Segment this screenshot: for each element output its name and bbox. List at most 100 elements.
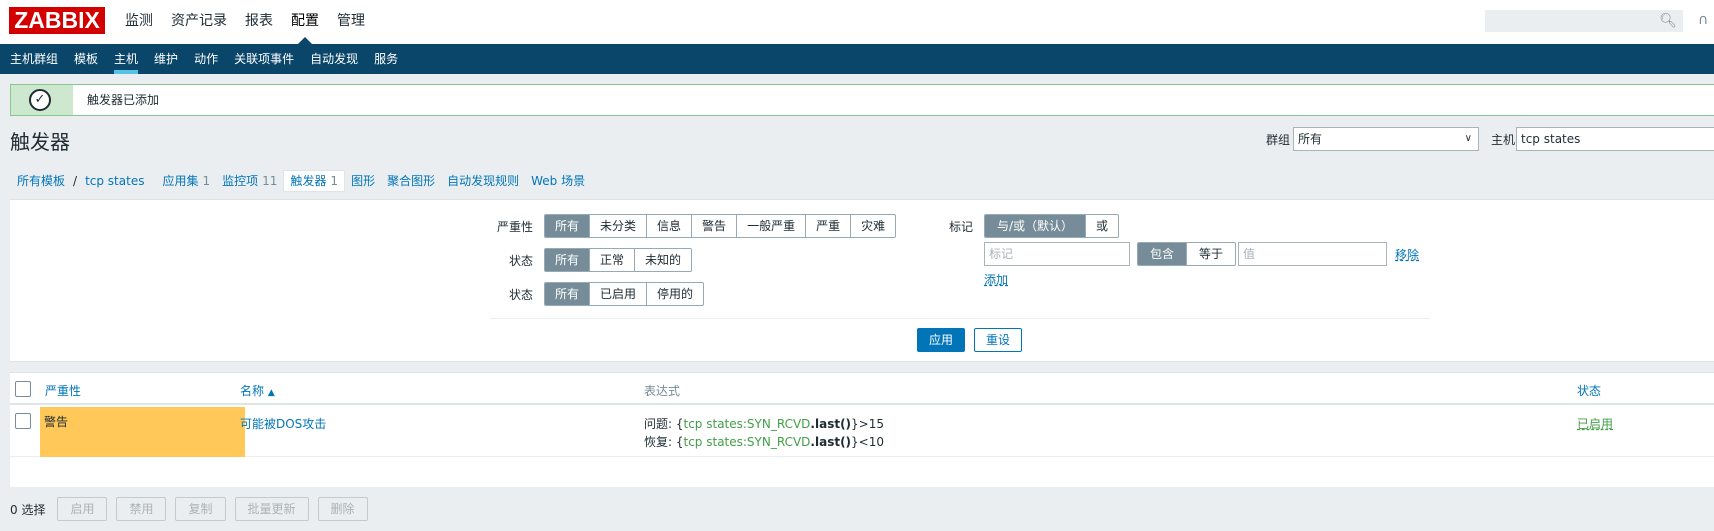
main-menu-administration[interactable]: 管理: [328, 0, 374, 44]
tags-label: 标记: [949, 220, 974, 234]
severity-label: 严重性: [497, 220, 534, 234]
trigger-name-link[interactable]: 可能被DOS攻击: [240, 415, 326, 432]
recovery-expression: 恢复: {tcp states:SYN_RCVD.last()}<10: [644, 435, 885, 449]
page-title: 触发器: [10, 130, 70, 154]
top-header: ZABBIX 监测 资产记录 报表 配置 管理 🔍︎ ∩: [0, 0, 1714, 44]
host-select[interactable]: tcp states: [1516, 127, 1714, 151]
zabbix-logo[interactable]: ZABBIX: [9, 7, 105, 34]
breadcrumb: 所有模板 / tcp states 应用集 1 监控项 11 触发器 1 图形 聚合图…: [11, 170, 591, 192]
severity-option-high[interactable]: 严重: [805, 215, 850, 237]
delete-button[interactable]: 删除: [317, 497, 368, 521]
column-status[interactable]: 状态: [1577, 382, 1601, 399]
breadcrumb-all-templates[interactable]: 所有模板: [11, 171, 71, 191]
reset-button[interactable]: 重设: [974, 328, 1022, 352]
status-option-disabled[interactable]: 停用的: [646, 283, 703, 305]
status-segment: 所有 已启用 停用的: [544, 282, 705, 306]
trigger-expression: 问题: {tcp states:SYN_RCVD.last()}>15 恢复: …: [644, 415, 884, 451]
check-icon: ✓: [29, 89, 51, 111]
recovery-item-link[interactable]: tcp states:SYN_RCVD: [684, 435, 811, 449]
enable-button[interactable]: 启用: [57, 497, 108, 521]
column-severity[interactable]: 严重性: [45, 382, 81, 399]
sub-menu-host-groups[interactable]: 主机群组: [2, 44, 66, 74]
tag-name-input[interactable]: 标记: [984, 242, 1130, 266]
state-option-normal[interactable]: 正常: [589, 249, 634, 271]
add-tag-link[interactable]: 添加: [984, 271, 1008, 288]
breadcrumb-host[interactable]: tcp states: [79, 171, 150, 191]
select-all-checkbox[interactable]: [15, 381, 31, 397]
apply-button[interactable]: 应用: [917, 328, 965, 352]
tab-items[interactable]: 监控项 11: [216, 171, 283, 191]
filter-divider: [490, 318, 1430, 319]
table-header: 严重性 名称 ▲ 表达式 状态: [10, 373, 1714, 405]
disable-button[interactable]: 禁用: [116, 497, 167, 521]
tags-operator-and-or[interactable]: 与/或（默认）: [985, 215, 1086, 237]
main-menu-configuration[interactable]: 配置: [282, 0, 328, 44]
main-menu-reports[interactable]: 报表: [236, 0, 282, 44]
tag-value-input[interactable]: 值: [1238, 242, 1387, 266]
status-option-all[interactable]: 所有: [545, 283, 590, 305]
state-option-all[interactable]: 所有: [545, 249, 590, 271]
main-menu: 监测 资产记录 报表 配置 管理: [116, 0, 374, 44]
sub-menu-templates[interactable]: 模板: [66, 44, 106, 74]
search-input[interactable]: 🔍︎: [1485, 10, 1683, 32]
sub-menu-hosts[interactable]: 主机: [106, 44, 146, 74]
tags-operator-or[interactable]: 或: [1085, 215, 1118, 237]
status-option-enabled[interactable]: 已启用: [589, 283, 646, 305]
severity-cell: 警告: [40, 407, 245, 457]
sub-menu-actions[interactable]: 动作: [186, 44, 226, 74]
tab-discovery-rules[interactable]: 自动发现规则: [441, 171, 525, 191]
problem-item-link[interactable]: tcp states:SYN_RCVD: [684, 417, 811, 431]
success-icon-box: ✓: [11, 85, 73, 115]
tab-screens[interactable]: 聚合图形: [381, 171, 441, 191]
state-label: 状态: [509, 254, 534, 268]
breadcrumb-separator: /: [73, 174, 78, 188]
state-option-unknown[interactable]: 未知的: [634, 249, 691, 271]
success-message: ✓ 触发器已添加: [10, 84, 1714, 116]
mass-update-button[interactable]: 批量更新: [234, 497, 309, 521]
column-expression: 表达式: [644, 384, 681, 398]
severity-option-information[interactable]: 信息: [646, 215, 691, 237]
tab-applications[interactable]: 应用集 1: [156, 171, 216, 191]
sub-menu-services[interactable]: 服务: [366, 44, 406, 74]
tab-graphs[interactable]: 图形: [345, 171, 381, 191]
severity-segment: 所有 未分类 信息 警告 一般严重 严重 灾难: [544, 214, 897, 238]
group-select[interactable]: 所有 ∨: [1293, 127, 1479, 151]
help-icon[interactable]: ∩: [1698, 12, 1708, 28]
state-segment: 所有 正常 未知的: [544, 248, 693, 272]
sub-menu: 主机群组 模板 主机 维护 动作 关联项事件 自动发现 服务: [0, 44, 1714, 74]
severity-option-average[interactable]: 一般严重: [736, 215, 805, 237]
sub-menu-event-correlation[interactable]: 关联项事件: [226, 44, 302, 74]
success-message-text: 触发器已添加: [87, 93, 160, 107]
tab-triggers[interactable]: 触发器 1: [283, 170, 346, 192]
severity-option-all[interactable]: 所有: [545, 215, 590, 237]
host-select-value: tcp states: [1521, 132, 1581, 146]
search-icon[interactable]: 🔍︎: [1659, 13, 1677, 29]
main-menu-monitoring[interactable]: 监测: [116, 0, 162, 44]
tab-web-scenarios[interactable]: Web 场景: [525, 171, 591, 191]
severity-option-disaster[interactable]: 灾难: [850, 215, 895, 237]
filter-panel: 严重性 所有 未分类 信息 警告 一般严重 严重 灾难 状态 所有 正常 未知的…: [10, 199, 1714, 362]
severity-option-not-classified[interactable]: 未分类: [589, 215, 646, 237]
triggers-table: 严重性 名称 ▲ 表达式 状态 警告 可能被DOS攻击 问题: {tcp sta…: [10, 372, 1714, 487]
sub-menu-discovery[interactable]: 自动发现: [302, 44, 366, 74]
row-checkbox[interactable]: [15, 413, 31, 429]
tag-match-contains[interactable]: 包含: [1138, 243, 1187, 265]
table-row: 警告 可能被DOS攻击 问题: {tcp states:SYN_RCVD.las…: [10, 407, 1714, 457]
main-menu-inventory[interactable]: 资产记录: [162, 0, 236, 44]
group-label: 群组: [1266, 133, 1291, 147]
group-select-value: 所有: [1298, 132, 1323, 146]
copy-button[interactable]: 复制: [175, 497, 226, 521]
host-label: 主机: [1491, 133, 1516, 147]
tags-operator-segment: 与/或（默认） 或: [984, 214, 1120, 238]
remove-tag-link[interactable]: 移除: [1395, 246, 1419, 263]
tag-match-equals[interactable]: 等于: [1186, 243, 1235, 265]
trigger-status-link[interactable]: 已启用: [1577, 415, 1613, 432]
selected-count: 0 选择: [10, 502, 46, 517]
column-name[interactable]: 名称 ▲: [240, 382, 275, 399]
problem-expression: 问题: {tcp states:SYN_RCVD.last()}>15: [644, 417, 885, 431]
sub-menu-maintenance[interactable]: 维护: [146, 44, 186, 74]
table-footer: 0 选择 启用 禁用 复制 批量更新 删除: [10, 497, 377, 521]
severity-option-warning[interactable]: 警告: [691, 215, 736, 237]
status-label: 状态: [509, 288, 534, 302]
sort-asc-icon: ▲: [267, 388, 275, 398]
